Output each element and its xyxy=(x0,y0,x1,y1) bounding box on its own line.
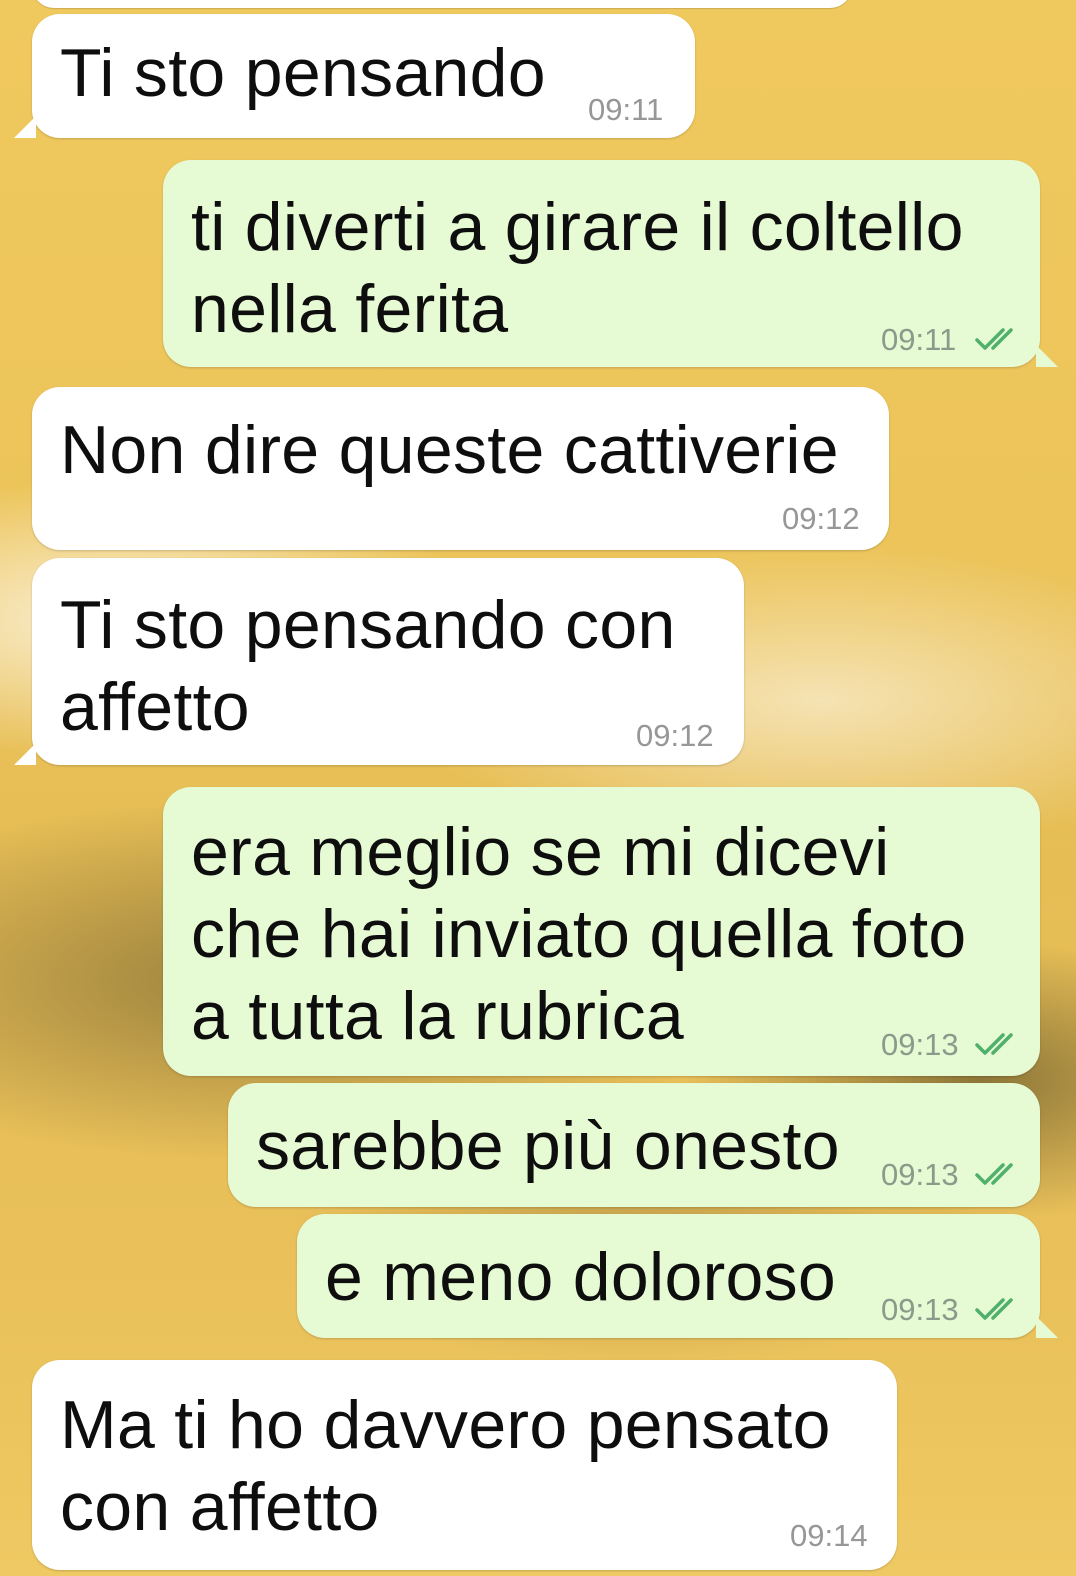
message-text: sarebbe più onesto xyxy=(256,1108,840,1184)
message-text: Ma ti ho davvero pensato con affetto xyxy=(60,1387,831,1545)
previous-message-bubble[interactable] xyxy=(32,0,852,8)
bubble-tail xyxy=(1036,345,1058,367)
double-check-icon xyxy=(975,1298,1013,1320)
message-bubble-incoming[interactable]: Ti sto pensando 09:11 xyxy=(14,14,695,138)
message-time: 09:11 xyxy=(881,322,957,357)
message-time: 09:13 xyxy=(881,1292,959,1327)
message-time: 09:14 xyxy=(790,1518,868,1553)
bubble-tail xyxy=(14,116,36,138)
message-text: Non dire queste cattiverie xyxy=(60,412,839,488)
message-time: 09:12 xyxy=(782,501,860,536)
message-time: 09:12 xyxy=(636,718,714,753)
message-bubble-outgoing[interactable]: ti diverti a girare il coltello nella fe… xyxy=(163,160,1058,367)
message-bubble-incoming[interactable]: Ti sto pensando con affetto 09:12 xyxy=(14,558,744,765)
double-check-icon xyxy=(975,1033,1013,1055)
message-text: ti diverti a girare il coltello nella fe… xyxy=(191,189,964,347)
double-check-icon xyxy=(975,328,1013,350)
message-bubble-outgoing[interactable]: e meno doloroso 09:13 xyxy=(297,1214,1058,1338)
message-text: e meno doloroso xyxy=(325,1239,837,1315)
message-bubble-outgoing[interactable]: era meglio se mi dicevi che hai inviato … xyxy=(163,787,1040,1076)
message-time: 09:13 xyxy=(881,1157,959,1192)
message-bubble-incoming[interactable]: Non dire queste cattiverie 09:12 xyxy=(32,387,889,550)
message-time: 09:11 xyxy=(588,92,664,127)
bubble-tail xyxy=(1036,1316,1058,1338)
bubble-tail xyxy=(14,743,36,765)
double-check-icon xyxy=(975,1163,1013,1185)
message-text: era meglio se mi dicevi che hai inviato … xyxy=(191,814,967,1054)
message-bubble-outgoing[interactable]: sarebbe più onesto 09:13 xyxy=(228,1083,1040,1207)
message-time: 09:13 xyxy=(881,1027,959,1062)
message-text: Ti sto pensando con affetto xyxy=(60,587,676,745)
message-bubble-incoming[interactable]: Ma ti ho davvero pensato con affetto 09:… xyxy=(32,1360,897,1570)
message-text: Ti sto pensando xyxy=(60,35,546,111)
